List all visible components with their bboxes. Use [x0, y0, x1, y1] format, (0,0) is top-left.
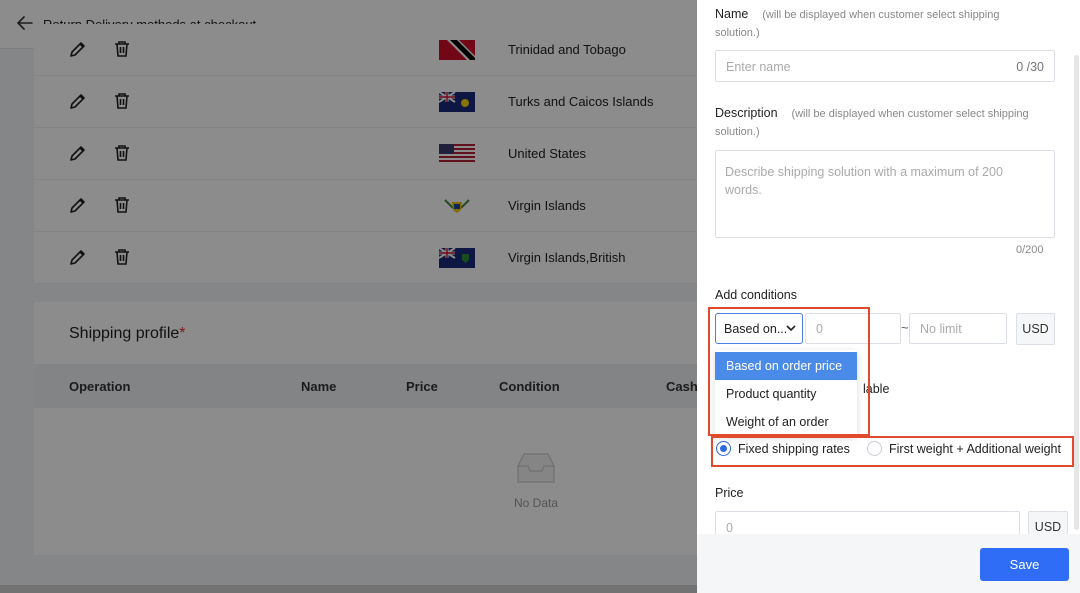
- description-label: Description (will be displayed when cust…: [715, 106, 1029, 120]
- description-counter: 0/200: [1016, 244, 1044, 256]
- range-separator: ~: [901, 320, 909, 335]
- drawer-footer: Save: [697, 534, 1080, 593]
- name-hint: solution.): [715, 27, 760, 39]
- conditions-label: Add conditions: [715, 288, 798, 302]
- price-label: Price: [715, 486, 744, 500]
- highlight-box-rates: [711, 436, 1074, 467]
- name-label: Name (will be displayed when customer se…: [715, 7, 1000, 21]
- highlight-box-conditions: [708, 307, 870, 436]
- vertical-scrollbar[interactable]: [1074, 55, 1079, 530]
- description-placeholder: Describe shipping solution with a maximu…: [725, 165, 1003, 197]
- condition-unit: USD: [1016, 313, 1055, 345]
- shipping-method-drawer: Name (will be displayed when customer se…: [697, 0, 1080, 593]
- save-button[interactable]: Save: [980, 548, 1069, 581]
- description-textarea[interactable]: Describe shipping solution with a maximu…: [715, 150, 1055, 238]
- name-input[interactable]: Enter name 0 /30: [715, 50, 1055, 82]
- name-placeholder: Enter name: [726, 60, 791, 74]
- description-hint: solution.): [715, 126, 760, 138]
- name-counter: 0 /30: [1016, 60, 1044, 74]
- condition-max-input[interactable]: No limit: [909, 313, 1007, 344]
